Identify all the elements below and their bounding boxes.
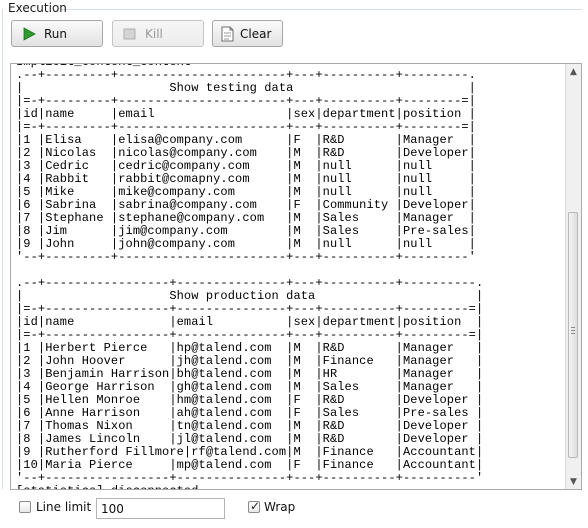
thumb-grip-line <box>571 327 575 328</box>
run-button[interactable]: Run <box>11 20 103 47</box>
thumb-grip-line <box>571 330 575 331</box>
bottom-options-bar: Line limit Wrap <box>0 495 588 528</box>
console-output[interactable]: Implicit_Context_Context .--+---------+-… <box>10 63 582 490</box>
line-limit-checkbox[interactable] <box>19 501 31 513</box>
clear-button[interactable]: Clear <box>212 20 283 47</box>
thumb-grip-line <box>571 333 575 334</box>
panel-title: Execution <box>8 1 67 15</box>
scroll-down-icon[interactable]: ▼ <box>566 474 581 489</box>
line-limit-label: Line limit <box>36 500 92 514</box>
line-limit-input[interactable] <box>96 498 225 519</box>
stop-icon <box>121 26 139 42</box>
panel-border-left <box>2 9 3 489</box>
kill-button[interactable]: Kill <box>112 20 204 47</box>
run-button-label: Run <box>44 26 68 41</box>
play-icon <box>20 26 38 42</box>
kill-button-label: Kill <box>145 26 163 41</box>
clear-document-icon <box>219 26 237 42</box>
wrap-label: Wrap <box>264 500 296 514</box>
console-text: Implicit_Context_Context .--+---------+-… <box>16 64 484 489</box>
scroll-up-icon[interactable]: ▲ <box>566 64 581 79</box>
wrap-checkbox[interactable] <box>248 499 260 513</box>
panel-title-rule <box>62 9 582 10</box>
scrollbar-thumb[interactable] <box>568 212 578 458</box>
vertical-scrollbar[interactable]: ▲ ▼ <box>565 64 581 489</box>
clear-button-label: Clear <box>240 26 272 41</box>
